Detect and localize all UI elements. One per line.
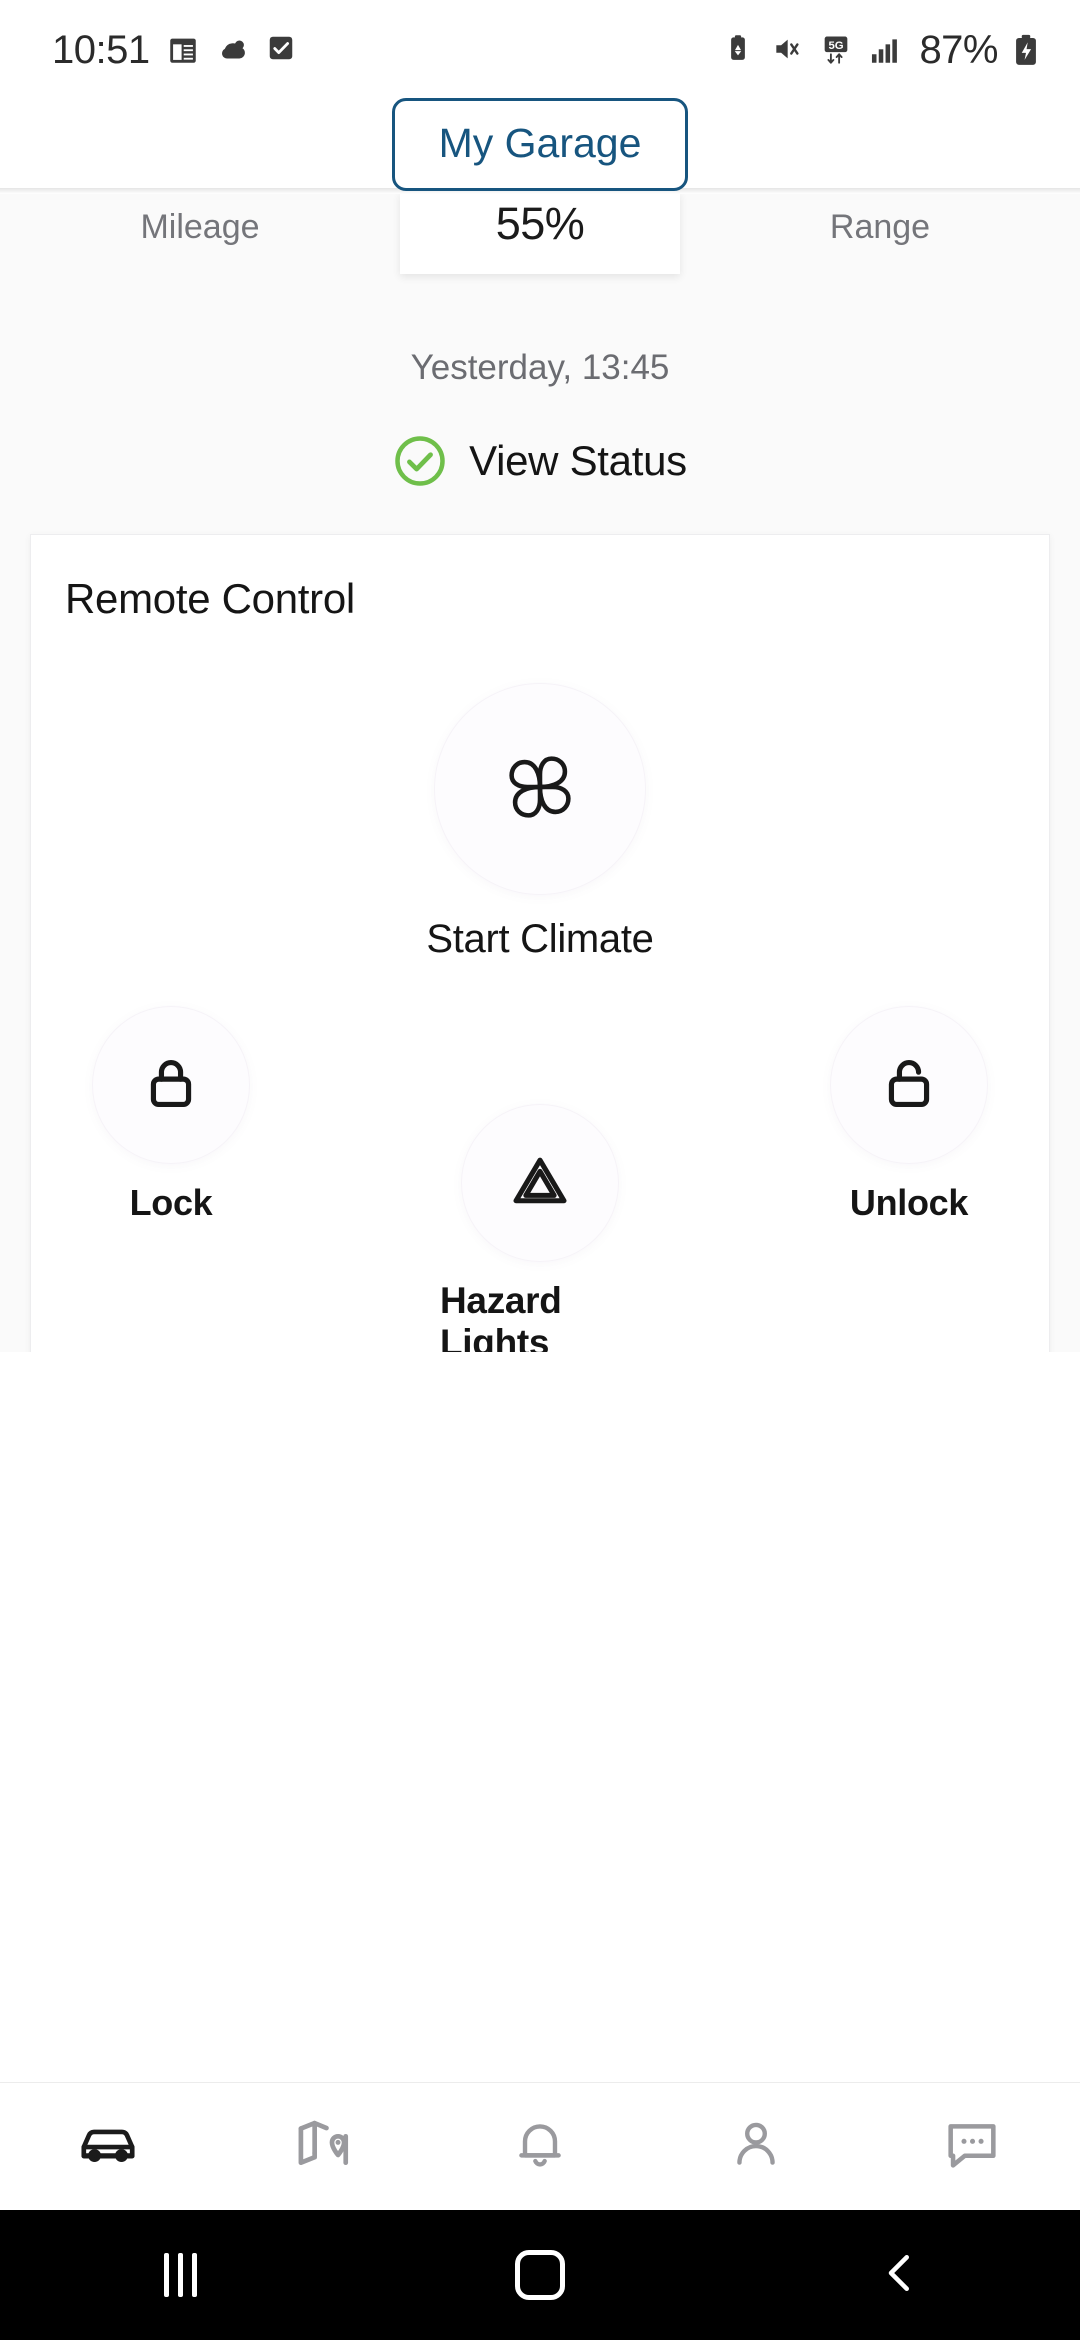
recents-button[interactable] [100, 2230, 260, 2320]
person-icon [725, 2113, 787, 2180]
bell-icon [509, 2113, 571, 2180]
unlock-button[interactable] [830, 1006, 988, 1164]
tab-vehicle[interactable] [38, 2097, 178, 2197]
advanced-controls-expander[interactable]: Advanced controls [31, 1325, 1049, 1352]
car-icon [75, 2111, 141, 2182]
app-header: My Garage [0, 97, 1080, 191]
back-chevron-icon [873, 2246, 927, 2305]
unlock-control[interactable]: Unlock [809, 1006, 1009, 1224]
home-button[interactable] [460, 2230, 620, 2320]
battery-saver-icon [723, 33, 757, 67]
weather-cloud-icon [216, 33, 250, 67]
map-pin-icon [291, 2111, 357, 2182]
status-bar-left: 10:51 [52, 28, 300, 73]
mute-vibrate-icon [771, 33, 805, 67]
hazard-control[interactable]: Hazard Lights [440, 1104, 640, 1352]
lock-closed-icon [140, 1052, 202, 1119]
start-climate-label: Start Climate [426, 917, 654, 961]
battery-percent-value: 55% [495, 198, 585, 249]
lock-label: Lock [129, 1182, 213, 1223]
start-climate-button[interactable] [434, 683, 646, 895]
metric-range-label[interactable]: Range [680, 194, 1080, 247]
signal-bars-icon [867, 33, 901, 67]
tab-messages[interactable] [902, 2097, 1042, 2197]
status-bar-clock: 10:51 [52, 27, 150, 72]
home-icon [515, 2250, 565, 2300]
remote-control-card: Remote Control Start Climate Lock Hazard… [30, 534, 1050, 1352]
status-ok-check-icon [393, 434, 447, 488]
remote-control-buttons-row: Lock Hazard Lights Unlock [31, 1006, 1049, 1352]
hazard-triangle-icon [508, 1149, 572, 1218]
status-bar: 10:51 5G 87% [0, 0, 1080, 100]
view-status-label: View Status [469, 437, 687, 484]
vehicle-dashboard-scroll[interactable]: Mileage 55% Range Yesterday, 13:45 View … [0, 194, 1080, 1352]
bottom-tab-bar [0, 2082, 1080, 2210]
last-updated-timestamp: Yesterday, 13:45 [410, 348, 670, 387]
fan-icon [488, 735, 592, 844]
my-garage-button[interactable]: My Garage [391, 97, 689, 191]
lock-button[interactable] [92, 1006, 250, 1164]
view-status-button[interactable]: View Status [0, 434, 1080, 488]
battery-percent-card[interactable]: 55% [400, 194, 680, 274]
5g-network-icon: 5G [819, 33, 853, 67]
checkbox-checked-icon [266, 33, 300, 67]
remote-control-title: Remote Control [65, 575, 355, 622]
vehicle-metrics-row: Mileage 55% Range [0, 194, 1080, 276]
lock-control[interactable]: Lock [71, 1006, 271, 1224]
tab-map[interactable] [254, 2097, 394, 2197]
status-bar-right: 5G 87% [723, 28, 1046, 73]
hazard-lights-button[interactable] [461, 1104, 619, 1262]
tab-profile[interactable] [686, 2097, 826, 2197]
lock-open-icon [878, 1052, 940, 1119]
battery-charging-icon [1012, 33, 1046, 67]
metric-mileage-label[interactable]: Mileage [0, 194, 400, 247]
back-button[interactable] [820, 2230, 980, 2320]
android-navigation-bar [0, 2210, 1080, 2340]
unlock-label: Unlock [849, 1182, 969, 1223]
battery-percentage: 87% [919, 27, 998, 72]
recents-icon [163, 2253, 197, 2297]
chat-bubble-icon [940, 2112, 1004, 2181]
calendar-icon [166, 33, 200, 67]
svg-text:5G: 5G [829, 40, 844, 52]
start-climate-control[interactable]: Start Climate [31, 683, 1049, 962]
tab-notifications[interactable] [470, 2097, 610, 2197]
